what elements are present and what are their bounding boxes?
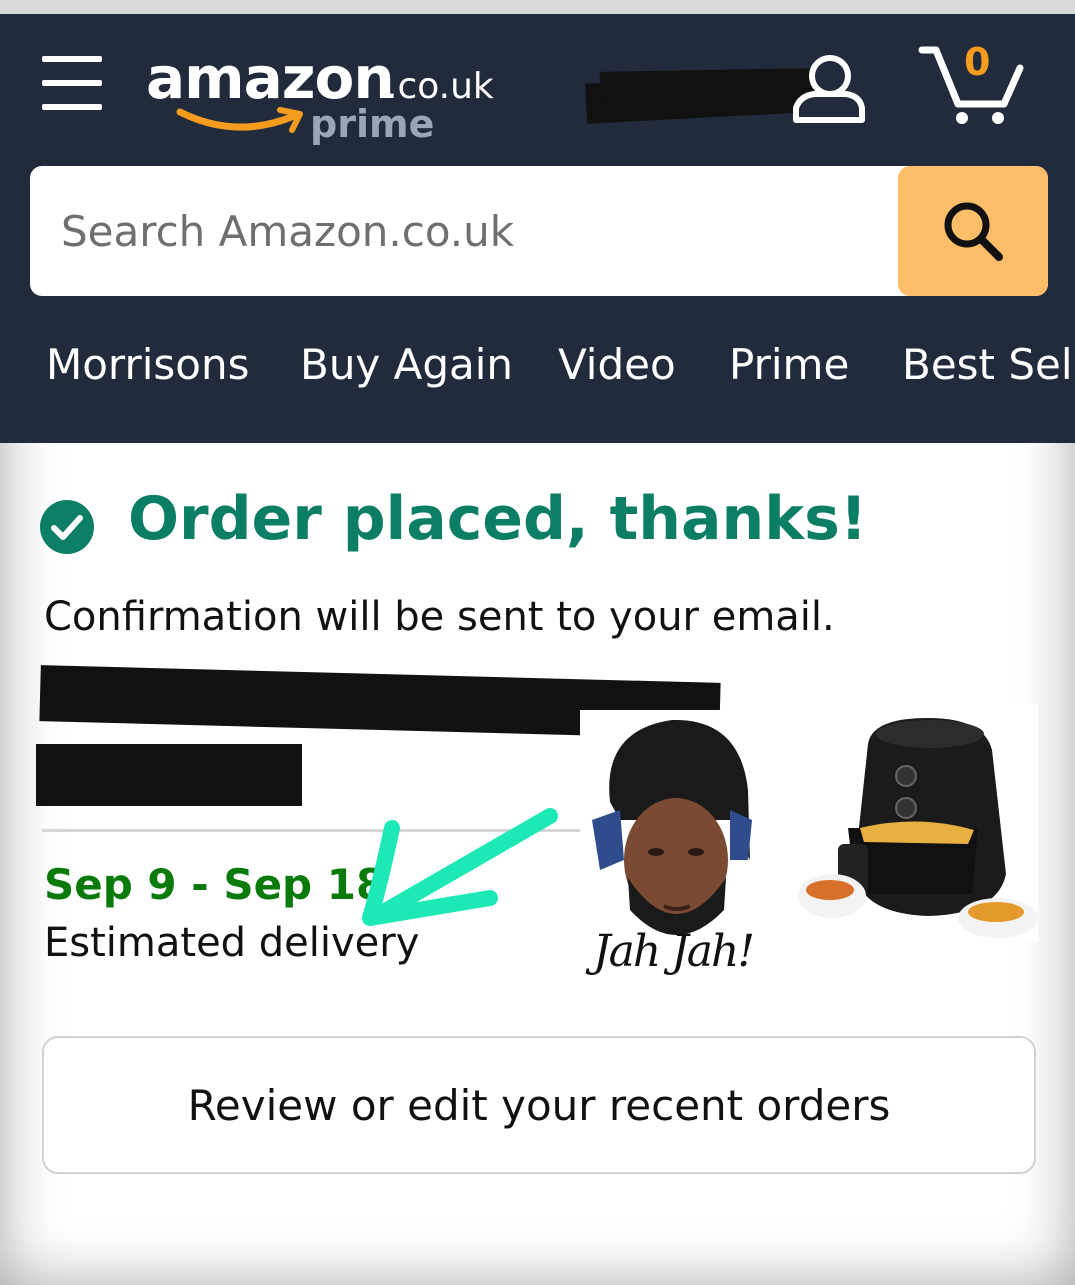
nav-item-video[interactable]: Video: [558, 340, 676, 389]
air-fryer-photo: [798, 704, 1038, 942]
product-thumbnail-person[interactable]: Jah Jah!: [580, 710, 756, 1006]
delivery-dates: Sep 9 - Sep 18: [44, 860, 386, 909]
nav-item-prime[interactable]: Prime: [729, 340, 849, 389]
order-title: Order placed, thanks!: [128, 484, 868, 554]
nav-item-morrisons[interactable]: Morrisons: [46, 340, 249, 389]
check-circle-icon: [40, 500, 94, 554]
annotation-arrow-icon: [362, 808, 558, 926]
nav-bar: Morrisons Buy Again Video Prime Best Sel…: [0, 340, 1075, 400]
redacted-account-name-2: [599, 68, 815, 102]
nav-item-best-sellers[interactable]: Best Sellers: [902, 340, 1075, 389]
review-orders-button[interactable]: Review or edit your recent orders: [42, 1036, 1036, 1174]
cart-icon[interactable]: 0: [918, 40, 1024, 126]
confirmation-text: Confirmation will be sent to your email.: [44, 594, 835, 640]
search-input[interactable]: [30, 166, 898, 296]
logo-tld: .co.uk: [386, 66, 494, 107]
person-caption: Jah Jah!: [592, 926, 755, 977]
menu-icon[interactable]: [42, 56, 102, 112]
search-bar: [30, 166, 1048, 296]
product-thumbnail-air-fryer[interactable]: [798, 704, 1038, 942]
redacted-address-line-2: [36, 744, 302, 806]
search-button[interactable]: [898, 166, 1048, 296]
nav-item-buy-again[interactable]: Buy Again: [300, 340, 513, 389]
smile-arrow-icon: [176, 107, 303, 133]
cart-count: 0: [964, 40, 991, 84]
account-icon[interactable]: [790, 52, 866, 124]
logo-prime: prime: [310, 102, 435, 146]
search-icon: [944, 202, 1003, 261]
screen: amazon .co.uk prime 0 Search Amazon.co.u…: [0, 14, 1075, 1285]
header: amazon .co.uk prime 0 Search Amazon.co.u…: [0, 14, 1075, 443]
amazon-logo[interactable]: amazon .co.uk prime: [146, 44, 506, 154]
